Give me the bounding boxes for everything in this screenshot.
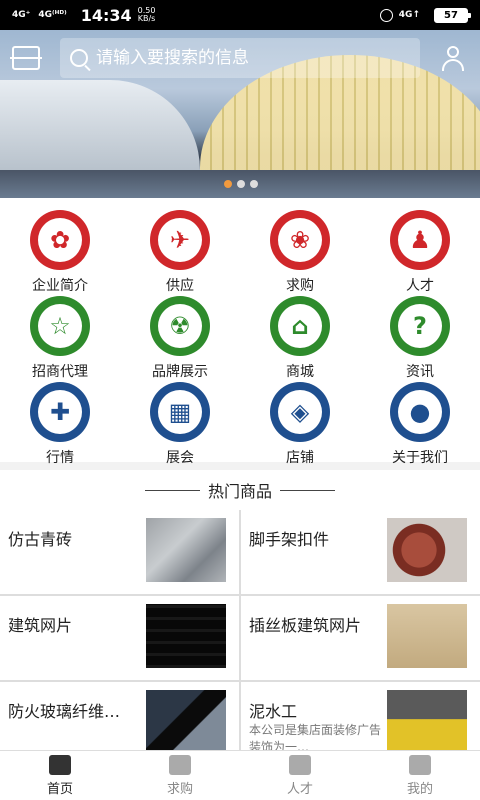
speed-unit: KB/s: [137, 14, 156, 23]
product-card[interactable]: 泥水工本公司是集店面装修广告装饰为一…: [241, 682, 480, 750]
category-item[interactable]: ? 资讯: [360, 296, 480, 382]
category-label: 企业简介: [32, 278, 88, 294]
house-icon: ⌂: [270, 296, 330, 356]
category-item[interactable]: ✈ 供应: [120, 210, 240, 296]
status-bar: 4G⁺ 4G⁽ᴴᴰ⁾ 14:34 0.50 KB/s 4G↑ 57: [0, 0, 480, 30]
search-bar: [0, 38, 480, 78]
product-name: 泥水工: [249, 702, 298, 721]
tab-talent[interactable]: 人才: [240, 751, 360, 800]
grid-diamond-icon: ◈: [270, 382, 330, 442]
product-grid: 仿古青砖 脚手架扣件建筑网片 插丝板建筑网片防火玻璃纤维… 泥水工本公司是集店面装修广…: [0, 510, 480, 750]
category-label: 供应: [166, 278, 194, 294]
star-icon: ☆: [30, 296, 90, 356]
category-item[interactable]: ✚ 行情: [0, 382, 120, 468]
category-item[interactable]: ⌂ 商城: [240, 296, 360, 382]
product-card[interactable]: 插丝板建筑网片: [241, 596, 480, 680]
category-label: 展会: [166, 450, 194, 466]
product-card[interactable]: 防火玻璃纤维…: [0, 682, 239, 750]
alarm-icon: [379, 8, 393, 22]
home-icon: [49, 754, 71, 775]
radiation-icon: ☢: [150, 296, 210, 356]
graduate-icon: [289, 754, 311, 775]
category-label: 商城: [286, 364, 314, 380]
carousel-dot[interactable]: [250, 180, 258, 188]
category-item[interactable]: ❀ 求购: [240, 210, 360, 296]
category-item[interactable]: ☆ 招商代理: [0, 296, 120, 382]
battery-icon: 57: [434, 7, 471, 23]
product-card[interactable]: 脚手架扣件: [241, 510, 480, 594]
category-item[interactable]: ▦ 展会: [120, 382, 240, 468]
divider-line: [280, 489, 335, 491]
user-icon[interactable]: [440, 46, 466, 72]
product-image: [387, 604, 467, 668]
product-name: 仿古青砖: [8, 530, 73, 549]
product-name: 插丝板建筑网片: [249, 616, 362, 635]
carousel-dot[interactable]: [237, 180, 245, 188]
product-image: [146, 690, 226, 750]
network-type: 4G↑: [398, 9, 420, 20]
tab-label: 人才: [286, 781, 313, 797]
award-icon: ✿: [30, 210, 90, 270]
scan-icon[interactable]: [10, 46, 42, 70]
status-time: 14:34: [80, 5, 132, 25]
carousel-indicator: [224, 180, 258, 188]
hand-icon: [169, 754, 191, 775]
product-name: 建筑网片: [8, 616, 73, 635]
network-speed: 0.50 KB/s: [138, 7, 156, 23]
tab-label: 我的: [406, 781, 433, 797]
category-label: 关于我们: [392, 450, 448, 466]
search-input[interactable]: [96, 48, 396, 68]
category-label: 行情: [46, 450, 74, 466]
hot-products-header: 热门商品: [0, 470, 480, 510]
question-icon: ?: [390, 296, 450, 356]
divider-line: [144, 489, 200, 491]
product-image: [146, 518, 226, 582]
bird-icon: ✈: [150, 210, 210, 270]
category-item[interactable]: ● 关于我们: [360, 382, 480, 468]
product-image: [387, 690, 467, 750]
user-circle-icon: ●: [390, 382, 450, 442]
product-image: [146, 604, 226, 668]
signal-indicator-2: 4G⁽ᴴᴰ⁾: [38, 9, 67, 20]
category-item[interactable]: ✿ 企业简介: [0, 210, 120, 296]
tab-purchase[interactable]: 求购: [120, 751, 240, 800]
person-icon: ♟: [390, 210, 450, 270]
puzzle-icon: ✚: [30, 382, 90, 442]
signal-indicator-1: 4G⁺: [12, 9, 31, 20]
tab-label: 求购: [166, 781, 193, 797]
tab-label: 首页: [46, 781, 73, 797]
tab-home[interactable]: 首页: [0, 751, 120, 800]
product-name: 脚手架扣件: [249, 530, 330, 549]
product-image: [387, 518, 467, 582]
product-card[interactable]: 仿古青砖: [0, 510, 239, 594]
category-label: 求购: [286, 278, 314, 294]
category-label: 资讯: [406, 364, 434, 380]
search-box[interactable]: [60, 38, 420, 78]
bottom-tab-bar: 首页 求购 人才 我的: [0, 750, 480, 800]
profile-icon: [409, 754, 431, 775]
tab-mine[interactable]: 我的: [360, 751, 480, 800]
category-item[interactable]: ◈ 店铺: [240, 382, 360, 468]
category-item[interactable]: ♟ 人才: [360, 210, 480, 296]
hot-products-title: 热门商品: [207, 482, 272, 501]
product-description: 本公司是集店面装修广告装饰为一…: [249, 723, 382, 750]
product-card[interactable]: 建筑网片: [0, 596, 239, 680]
category-label: 人才: [406, 278, 434, 294]
paw-icon: ❀: [270, 210, 330, 270]
category-item[interactable]: ☢ 品牌展示: [120, 296, 240, 382]
category-label: 招商代理: [32, 364, 88, 380]
category-grid: ✿ 企业简介 ✈ 供应 ❀ 求购 ♟ 人才 ☆ 招商代理 ☢ 品牌展示 ⌂ 商城? 资讯 ✚ 行情 ▦ 展会 ◈ 店铺 ●…: [0, 198, 480, 466]
carousel-dot[interactable]: [224, 180, 232, 188]
product-name: 防火玻璃纤维…: [8, 702, 121, 721]
building-icon: ▦: [150, 382, 210, 442]
banner-image-building-left: [0, 80, 200, 170]
category-label: 店铺: [286, 450, 314, 466]
category-label: 品牌展示: [152, 364, 208, 380]
search-icon: [70, 49, 88, 67]
